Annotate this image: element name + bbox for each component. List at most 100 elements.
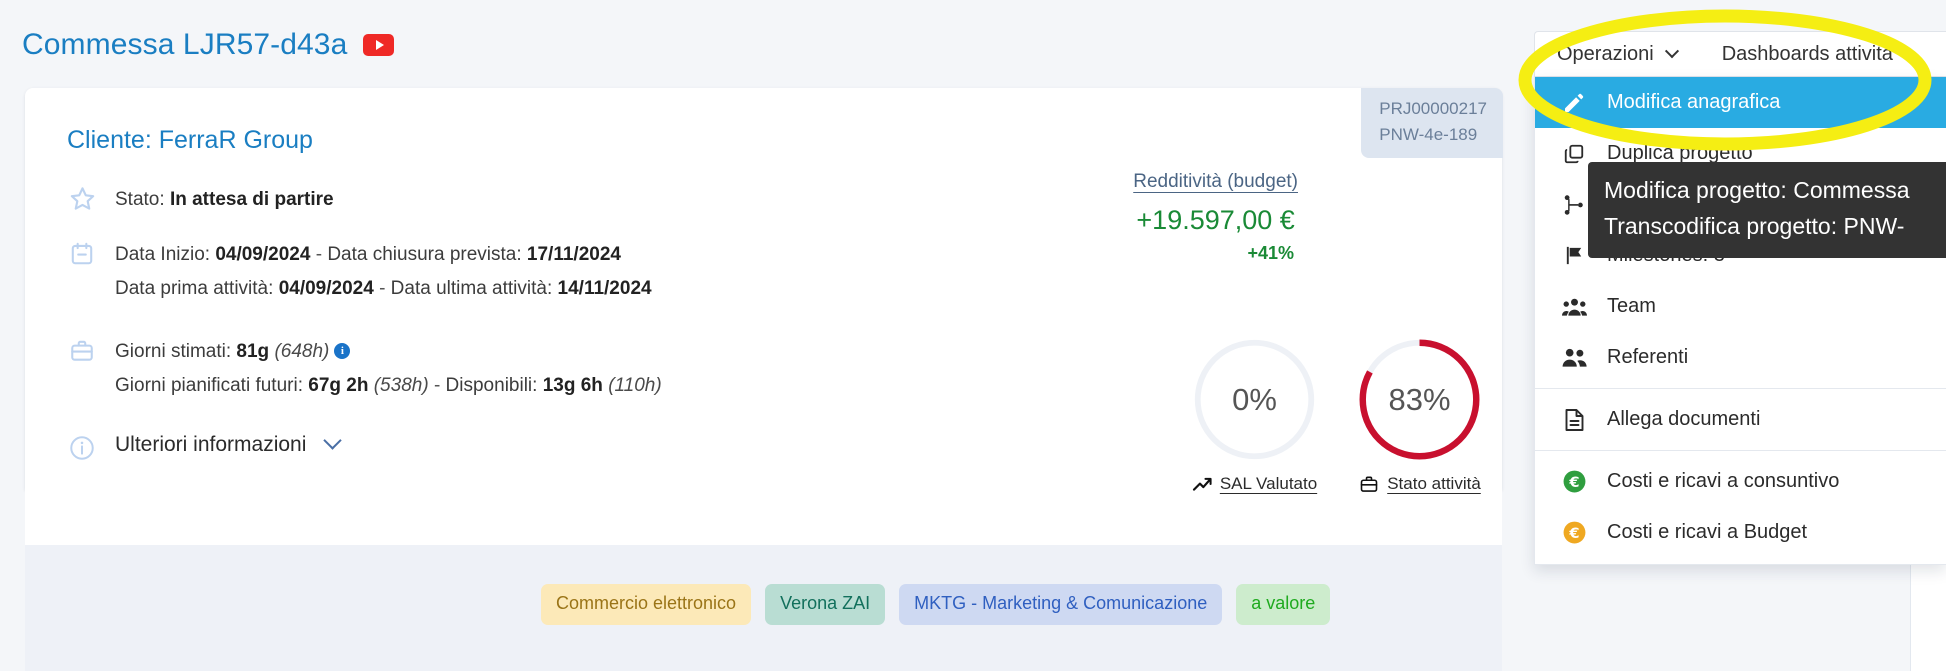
dates-line-2: Data prima attività: 04/09/2024 - Data u…	[115, 272, 652, 306]
dash-separator: -	[379, 278, 386, 299]
status-row: Stato: In attesa di partire	[67, 183, 334, 217]
gauge-caption-0[interactable]: SAL Valutato	[1190, 474, 1319, 494]
youtube-play-icon[interactable]	[363, 34, 395, 56]
tag-item[interactable]: MKTG - Marketing & Comunicazione	[899, 584, 1223, 625]
dates-line-1: Data Inizio: 04/09/2024 - Data chiusura …	[115, 238, 652, 272]
trend-up-icon	[1192, 477, 1212, 491]
tag-item[interactable]: a valore	[1236, 584, 1331, 625]
status-text: Stato: In attesa di partire	[115, 183, 334, 217]
flag-icon	[1561, 244, 1587, 267]
menu-item-costi-consuntivo[interactable]: € Costi e ricavi a consuntivo	[1535, 456, 1946, 507]
last-activity-value: 14/11/2024	[557, 278, 652, 299]
chevron-down-icon	[1664, 44, 1679, 59]
team-icon	[1561, 296, 1587, 318]
dates-row: Data Inizio: 04/09/2024 - Data chiusura …	[67, 238, 652, 306]
dashboards-label: Dashboards attività	[1721, 42, 1893, 65]
dash-separator: -	[433, 375, 441, 396]
briefcase-icon	[1360, 476, 1378, 492]
tag-item[interactable]: Verona ZAI	[765, 584, 886, 625]
card-lower-strip	[25, 490, 1502, 545]
days-planned-label: Giorni pianificati futuri:	[115, 375, 303, 396]
gauge-caption-1[interactable]: Stato attività	[1355, 474, 1484, 494]
project-tooltip: Modifica progetto: Commessa Transcodific…	[1588, 162, 1946, 258]
gauge-ring: 83%	[1359, 339, 1480, 460]
gauge-value-0: 0%	[1232, 382, 1277, 417]
pencil-icon	[1561, 91, 1587, 115]
tooltip-line-2: Transcodifica progetto: PNW-	[1604, 213, 1905, 239]
tag-item[interactable]: Commercio elettronico	[541, 584, 752, 625]
gauge-ring: 0%	[1194, 339, 1315, 460]
operazioni-dropdown-button[interactable]: Operazioni	[1557, 42, 1679, 66]
menu-item-label: Costi e ricavi a Budget	[1607, 521, 1808, 543]
menu-item-label: Team	[1607, 295, 1656, 317]
profitability-percent: +41%	[1247, 243, 1294, 263]
project-code-secondary: PNW-4e-189	[1379, 125, 1478, 144]
svg-text:€: €	[1568, 474, 1579, 491]
last-activity-label: Data ultima attività:	[390, 278, 553, 299]
more-info-label: Ulteriori informazioni	[115, 433, 307, 456]
more-info-row[interactable]: Ulteriori informazioni	[67, 431, 342, 463]
more-info-label-wrap[interactable]: Ulteriori informazioni	[115, 431, 342, 457]
client-name[interactable]: Cliente: FerraR Group	[67, 126, 313, 155]
gauge-sal-valutato: 0% SAL Valutato	[1190, 335, 1319, 494]
operazioni-label: Operazioni	[1557, 42, 1654, 65]
info-circle-icon[interactable]: i	[334, 343, 351, 359]
menu-item-modifica-anagrafica[interactable]: Modifica anagrafica	[1535, 77, 1946, 128]
operations-dropdown-menu: Modifica anagrafica Duplica progetto Tea…	[1534, 77, 1946, 565]
info-circle-outline-icon	[67, 433, 97, 463]
days-available-label: Disponibili:	[445, 375, 538, 396]
page-title-row: Commessa LJR57-d43a	[22, 28, 395, 62]
gauges-group: 0% SAL Valutato 83% Stato attività	[1190, 335, 1484, 494]
expected-close-label: Data chiusura prevista:	[327, 244, 522, 265]
menu-item-referenti[interactable]: Referenti	[1535, 332, 1946, 383]
dashboards-attivita-button[interactable]: Dashboards attività	[1722, 43, 1893, 66]
menu-item-label: Allega documenti	[1607, 408, 1761, 430]
expected-close-value: 17/11/2024	[526, 244, 621, 265]
profitability-block: Redditività (budget) +19.597,00 € +41%	[1133, 171, 1298, 264]
menu-item-costi-budget[interactable]: € Costi e ricavi a Budget	[1535, 507, 1946, 558]
gauge-value-1: 83%	[1389, 382, 1451, 417]
start-date-label: Data Inizio:	[115, 244, 211, 265]
copy-icon	[1561, 143, 1587, 165]
status-value: In attesa di partire	[169, 189, 334, 210]
menu-item-allega-documenti[interactable]: Allega documenti	[1535, 394, 1946, 445]
days-planned-line: Giorni pianificati futuri: 67g 2h (538h)…	[115, 369, 662, 403]
start-date-value: 04/09/2024	[215, 244, 311, 265]
svg-text:€: €	[1568, 525, 1579, 542]
star-icon	[67, 183, 97, 213]
gauge-stato-attivita: 83% Stato attività	[1355, 335, 1484, 494]
operations-toolbar: Operazioni Dashboards attività	[1534, 31, 1946, 77]
menu-item-team[interactable]: Team	[1535, 281, 1946, 332]
days-row: Giorni stimati: 81g (648h) i Giorni piani…	[67, 335, 662, 403]
menu-divider	[1535, 388, 1946, 389]
calendar-icon	[67, 238, 97, 268]
euro-orange-icon: €	[1561, 520, 1587, 545]
document-icon	[1561, 408, 1587, 432]
menu-item-label: Modifica anagrafica	[1607, 91, 1781, 113]
chevron-down-icon[interactable]	[323, 431, 342, 450]
gauge-label-1: Stato attività	[1387, 474, 1481, 493]
dash-separator: -	[315, 244, 323, 265]
menu-divider	[1535, 450, 1946, 451]
days-estimated-line: Giorni stimati: 81g (648h) i	[115, 335, 662, 369]
days-planned-value: 67g 2h	[308, 375, 369, 396]
euro-green-icon: €	[1561, 469, 1587, 494]
days-estimated-label: Giorni stimati:	[115, 341, 232, 362]
days-available-hours: (110h)	[608, 375, 662, 396]
profitability-label[interactable]: Redditività (budget)	[1133, 171, 1298, 193]
page-title[interactable]: Commessa LJR57-d43a	[22, 28, 347, 62]
menu-item-label: Costi e ricavi a consuntivo	[1607, 470, 1840, 492]
days-planned-hours: (538h)	[373, 375, 429, 396]
first-activity-value: 04/09/2024	[278, 278, 374, 299]
users-icon	[1561, 347, 1587, 368]
menu-item-label: Referenti	[1607, 346, 1689, 368]
days-estimated-value: 81g	[236, 341, 270, 362]
project-code-primary: PRJ00000217	[1379, 99, 1487, 118]
days-estimated-hours: (648h)	[274, 341, 330, 362]
status-label: Stato:	[115, 189, 165, 210]
tooltip-line-1: Modifica progetto: Commessa	[1604, 177, 1910, 203]
first-activity-label: Data prima attività:	[115, 278, 274, 299]
days-available-value: 13g 6h	[542, 375, 603, 396]
gauge-label-0: SAL Valutato	[1219, 474, 1318, 493]
sitemap-icon	[1561, 194, 1587, 216]
